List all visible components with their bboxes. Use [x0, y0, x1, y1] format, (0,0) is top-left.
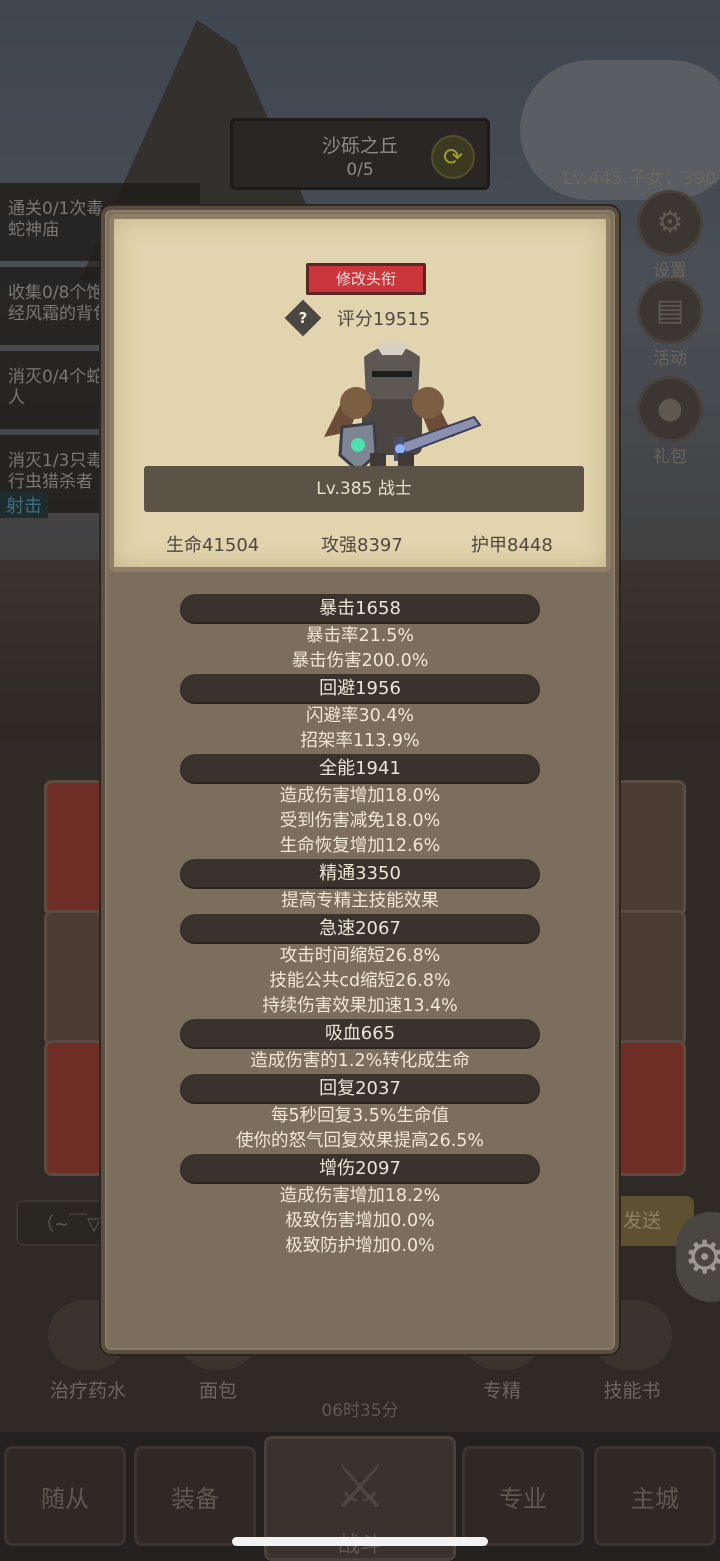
activity-button[interactable]: ▤ 活动 — [630, 278, 710, 369]
gift-label: 礼包 — [653, 447, 687, 467]
section-haste: 急速2067 攻击时间缩短26.8% 技能公共cd缩短26.8% 持续伤害效果加… — [105, 914, 615, 1019]
section-versatility: 全能1941 造成伤害增加18.0% 受到伤害减免18.0% 生命恢复增加12.… — [105, 754, 615, 859]
gear-icon[interactable]: ⚙ — [676, 1212, 720, 1302]
item-label: 面包 — [198, 1380, 237, 1402]
stat-attack: 攻强8397 — [321, 535, 403, 556]
coin-icon: ● — [637, 376, 703, 442]
gift-button[interactable]: ● 礼包 — [630, 376, 710, 467]
section-line: 持续伤害效果加速13.4% — [262, 996, 458, 1016]
tab-main-city[interactable]: 主城 — [594, 1446, 716, 1546]
tab-profession[interactable]: 专业 — [462, 1446, 584, 1546]
item-label: 技能书 — [603, 1380, 661, 1402]
section-recovery: 回复2037 每5秒回复3.5%生命值 使你的怒气回复效果提高26.5% — [105, 1074, 615, 1154]
section-header: 回复2037 — [180, 1074, 540, 1104]
section-leech: 吸血665 造成伤害的1.2%转化成生命 — [105, 1019, 615, 1074]
section-damage-increase: 增伤2097 造成伤害增加18.2% 极致伤害增加0.0% 极致防护增加0.0% — [105, 1154, 615, 1259]
tab-equipment[interactable]: 装备 — [134, 1446, 256, 1546]
stage-indicator[interactable]: 沙砾之丘 0/5 ⟳ — [230, 118, 490, 190]
section-line: 造成伤害的1.2%转化成生命 — [250, 1051, 470, 1071]
section-line: 极致伤害增加0.0% — [285, 1211, 435, 1231]
section-line: 招架率113.9% — [300, 731, 420, 751]
section-header: 暴击1658 — [180, 594, 540, 624]
help-icon[interactable]: ? — [284, 299, 322, 337]
section-line: 暴击率21.5% — [305, 626, 415, 646]
section-line: 每5秒回复3.5%生命值 — [270, 1106, 450, 1126]
activity-label: 活动 — [653, 349, 687, 369]
section-line: 极致防护增加0.0% — [285, 1236, 435, 1256]
character-stats-panel: 修改头衔 ? 评分19515 Lv.385 战士 生命41504 攻强8397 … — [101, 206, 619, 1354]
home-indicator[interactable] — [232, 1537, 488, 1546]
score-text: 评分19515 — [336, 309, 431, 330]
warrior-character-image — [324, 341, 482, 474]
skill-label-shoot: 射击 — [0, 492, 48, 518]
settings-button[interactable]: ⚙ 设置 — [630, 190, 710, 281]
section-header: 吸血665 — [180, 1019, 540, 1049]
section-line: 提高专精主技能效果 — [281, 891, 439, 911]
tab-followers[interactable]: 随从 — [4, 1446, 126, 1546]
crossed-swords-icon: ⚔ — [333, 1452, 387, 1522]
item-label: 治疗药水 — [49, 1380, 126, 1402]
timer-text: 06时35分 — [321, 1401, 399, 1421]
section-avoidance: 回避1956 闪避率30.4% 招架率113.9% — [105, 674, 615, 754]
section-line: 攻击时间缩短26.8% — [279, 946, 441, 966]
section-header: 急速2067 — [180, 914, 540, 944]
section-header: 增伤2097 — [180, 1154, 540, 1184]
section-line: 暴击伤害200.0% — [291, 651, 429, 671]
edit-title-button[interactable]: 修改头衔 — [306, 263, 426, 295]
player-level-text: Lv.445 子女：390 — [563, 168, 717, 189]
level-class-bar: Lv.385 战士 — [144, 466, 584, 512]
gear-icon: ⚙ — [637, 190, 703, 256]
section-header: 全能1941 — [180, 754, 540, 784]
refresh-icon[interactable]: ⟳ — [431, 135, 475, 179]
section-line: 造成伤害增加18.0% — [279, 786, 441, 806]
section-line: 使你的怒气回复效果提高26.5% — [235, 1131, 485, 1151]
scroll-icon: ▤ — [637, 278, 703, 344]
section-header: 回避1956 — [180, 674, 540, 704]
character-summary-card: 修改头衔 ? 评分19515 Lv.385 战士 生命41504 攻强8397 … — [109, 214, 611, 572]
section-line: 闪避率30.4% — [305, 706, 415, 726]
section-line: 造成伤害增加18.2% — [279, 1186, 441, 1206]
attribute-sections: 暴击1658 暴击率21.5% 暴击伤害200.0% 回避1956 闪避率30.… — [105, 594, 615, 1259]
item-label: 专精 — [482, 1380, 521, 1402]
stat-hp: 生命41504 — [166, 535, 260, 556]
base-stats-row: 生命41504 攻强8397 护甲8448 — [114, 531, 606, 561]
score-row: ? 评分19515 — [114, 299, 606, 337]
section-line: 技能公共cd缩短26.8% — [269, 971, 451, 991]
section-line: 生命恢复增加12.6% — [279, 836, 441, 856]
section-mastery: 精通3350 提高专精主技能效果 — [105, 859, 615, 914]
section-line: 受到伤害减免18.0% — [279, 811, 441, 831]
stat-armor: 护甲8448 — [471, 535, 553, 556]
section-header: 精通3350 — [180, 859, 540, 889]
section-crit: 暴击1658 暴击率21.5% 暴击伤害200.0% — [105, 594, 615, 674]
